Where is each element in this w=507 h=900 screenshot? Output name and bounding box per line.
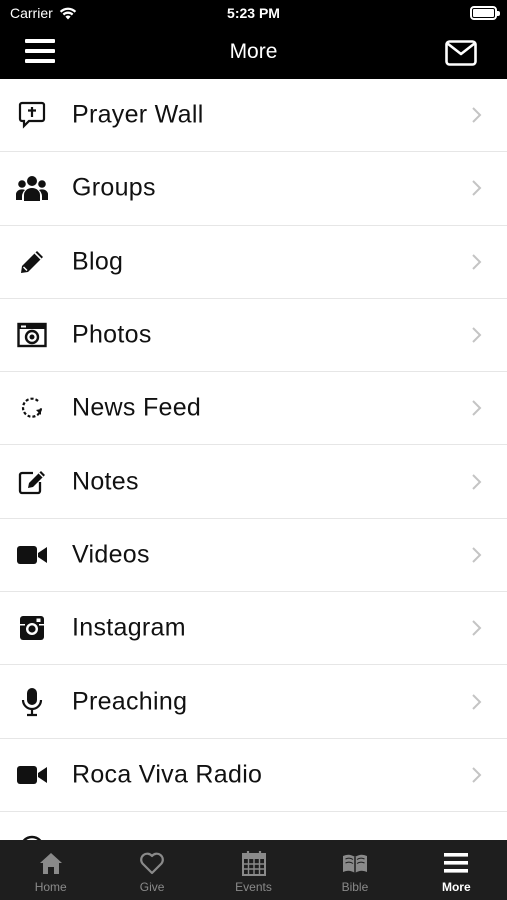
top-bar: Carrier 5:23 PM More: [0, 0, 507, 79]
tab-more[interactable]: More: [406, 840, 507, 900]
chevron-right-icon: [472, 107, 482, 123]
menu-item-photos[interactable]: Photos: [0, 298, 507, 373]
menu-item-label: Groups: [72, 173, 156, 202]
menu-item-label: Photos: [72, 320, 152, 349]
pencil-icon: [16, 246, 48, 278]
menu-icon: [444, 853, 469, 873]
tab-home[interactable]: Home: [0, 840, 101, 900]
menu-item-instagram[interactable]: Instagram: [0, 592, 507, 666]
instagram-icon: [16, 612, 48, 644]
menu-item-groups[interactable]: Groups: [0, 152, 507, 226]
chevron-right-icon: [472, 547, 482, 563]
menu-item-preaching[interactable]: Preaching: [0, 665, 507, 739]
tab-label: Give: [139, 880, 165, 894]
chevron-right-icon: [472, 767, 482, 783]
calendar-icon: [241, 851, 266, 876]
menu-item-partial[interactable]: [0, 811, 507, 840]
camera-icon: [16, 319, 48, 351]
menu-item-roca-viva-radio[interactable]: Roca Viva Radio: [0, 738, 507, 812]
more-screen: Carrier 5:23 PM More Prayer Wall Groups …: [0, 0, 507, 900]
menu-item-label: Roca Viva Radio: [72, 760, 263, 789]
chevron-right-icon: [472, 254, 482, 270]
menu-item-news-feed[interactable]: News Feed: [0, 372, 507, 446]
book-icon: [342, 854, 367, 873]
menu-item-label: Prayer Wall: [72, 100, 204, 129]
page-title: More: [229, 40, 278, 63]
groups-icon: [16, 172, 48, 204]
clock: 5:23 PM: [227, 5, 280, 21]
chevron-right-icon: [472, 620, 482, 636]
refresh-icon: [16, 392, 48, 424]
edit-note-icon: [16, 466, 48, 498]
status-bar: Carrier 5:23 PM: [0, 0, 507, 28]
video-camera-icon: [16, 759, 48, 791]
info-icon: [16, 832, 48, 840]
nav-bar: More: [0, 28, 507, 79]
tab-events[interactable]: Events: [203, 840, 304, 900]
menu-item-videos[interactable]: Videos: [0, 518, 507, 593]
home-icon: [39, 853, 62, 874]
tab-bar: Home Give Events Bible More: [0, 840, 507, 900]
chevron-right-icon: [472, 693, 482, 710]
menu-item-label: News Feed: [72, 393, 202, 422]
tab-label: More: [441, 880, 471, 894]
tab-label: Home: [34, 880, 67, 894]
video-camera-icon: [16, 539, 48, 571]
tab-label: Bible: [341, 880, 369, 894]
chevron-right-icon: [472, 400, 482, 417]
chevron-right-icon: [472, 180, 482, 197]
chevron-right-icon: [472, 327, 482, 343]
microphone-icon: [16, 686, 48, 718]
tab-give[interactable]: Give: [101, 840, 202, 900]
menu-item-label: Instagram: [72, 613, 186, 642]
menu-item-label: Notes: [72, 467, 139, 496]
prayer-bubble-icon: [16, 99, 48, 131]
tab-bible[interactable]: Bible: [304, 840, 405, 900]
mail-icon[interactable]: [445, 40, 477, 66]
heart-icon: [140, 852, 164, 875]
menu-item-label: Blog: [72, 247, 124, 276]
tab-label: Events: [235, 880, 272, 894]
menu-item-label: Videos: [72, 540, 150, 569]
menu-item-notes[interactable]: Notes: [0, 445, 507, 519]
more-menu-list: Prayer Wall Groups Blog Photos News Feed…: [0, 79, 507, 840]
menu-item-blog[interactable]: Blog: [0, 225, 507, 299]
battery-icon: [470, 6, 500, 20]
chevron-right-icon: [472, 473, 482, 490]
menu-item-prayer-wall[interactable]: Prayer Wall: [0, 79, 507, 153]
menu-item-label: Preaching: [72, 687, 188, 716]
